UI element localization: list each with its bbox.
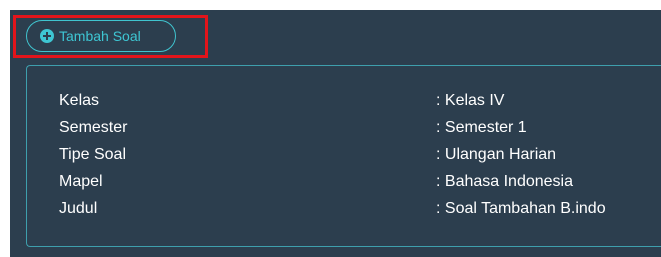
info-row-tipe-soal: Tipe Soal : Ulangan Harian [27,144,661,166]
info-value: : Bahasa Indonesia [436,173,573,190]
info-label: Mapel [59,173,103,190]
info-row-mapel: Mapel : Bahasa Indonesia [27,171,661,193]
question-info-card: Kelas : Kelas IV Semester : Semester 1 T… [26,65,661,247]
info-label: Judul [59,200,98,217]
info-row-judul: Judul : Soal Tambahan B.indo [27,198,661,220]
info-label: Kelas [59,92,100,109]
info-row-semester: Semester : Semester 1 [27,117,661,139]
info-value: : Semester 1 [436,119,527,136]
highlight-annotation [13,15,208,58]
info-label: Tipe Soal [59,146,126,163]
info-value: : Ulangan Harian [436,146,557,163]
info-label: Semester [59,119,128,136]
info-row-kelas: Kelas : Kelas IV [27,90,661,112]
info-value: : Soal Tambahan B.indo [436,200,606,217]
info-value: : Kelas IV [436,92,505,109]
